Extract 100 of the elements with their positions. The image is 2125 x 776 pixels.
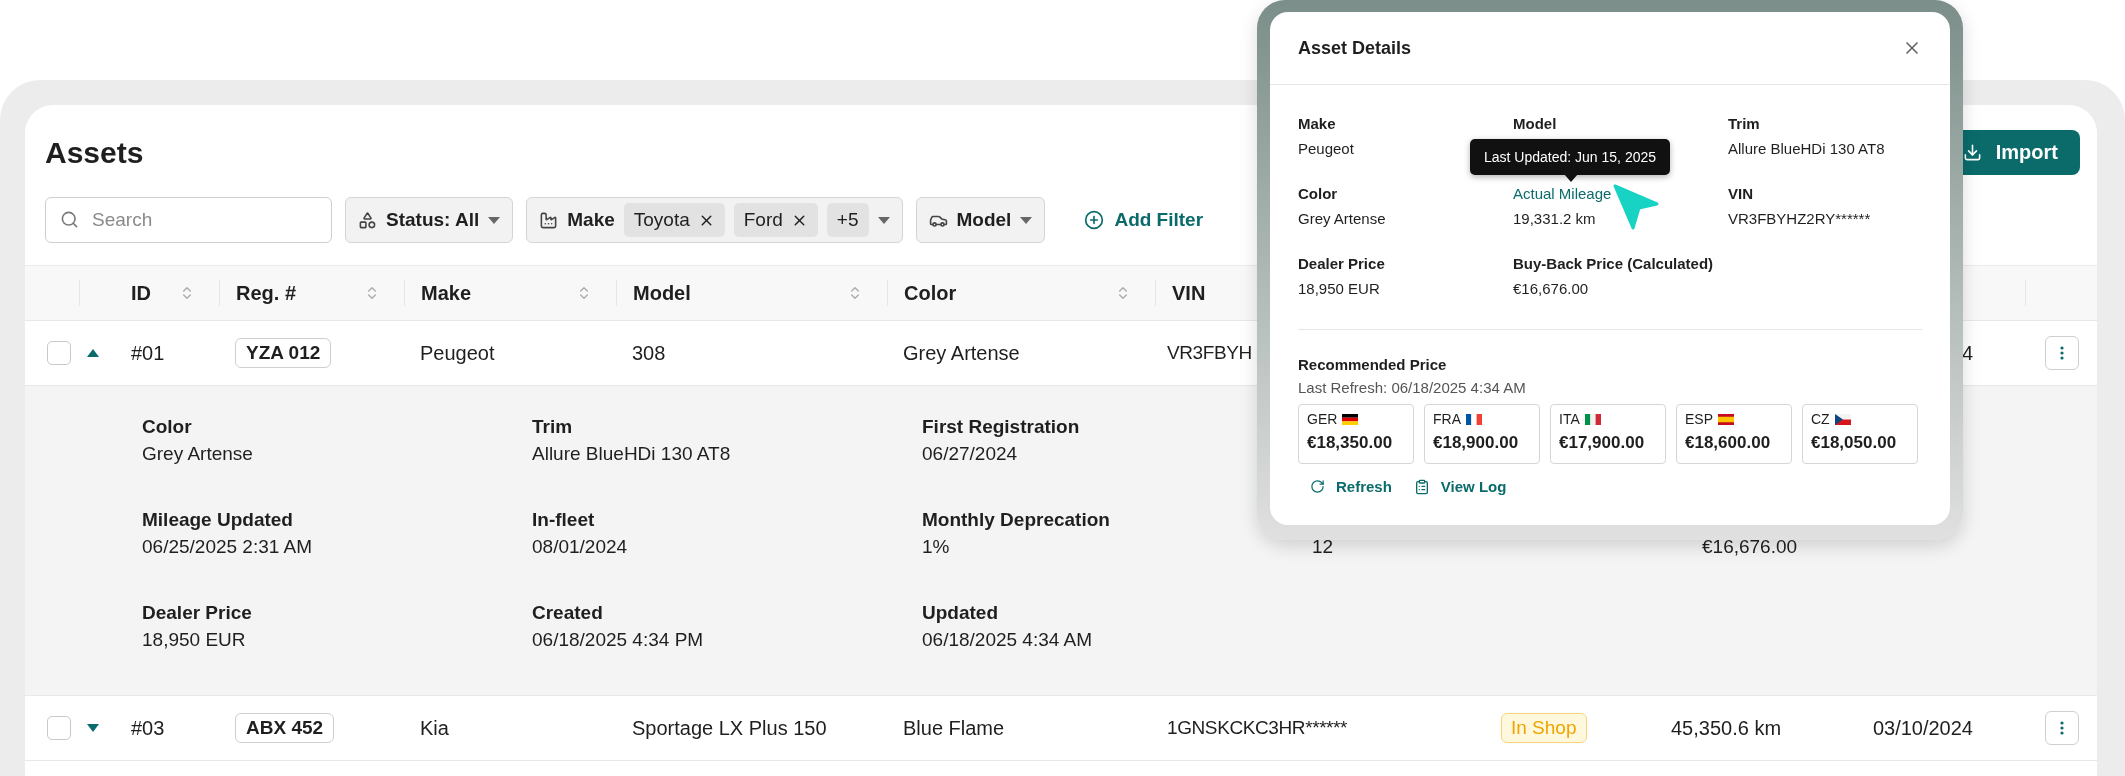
table-cell: 03/10/2024 — [1872, 716, 1973, 740]
search-field[interactable]: Search — [45, 197, 332, 243]
tooltip-arrow-icon — [1564, 174, 1578, 182]
detail-value: 1% — [922, 536, 951, 558]
column-header[interactable]: VIN — [1172, 281, 1206, 305]
caret-icon — [488, 216, 501, 224]
country-code: FRA — [1433, 411, 1461, 427]
caret-icon — [1020, 216, 1033, 224]
field-value: 19,331.2 km — [1513, 210, 1597, 227]
table-cell: 4 — [1961, 341, 1973, 365]
table-cell: Kia — [420, 716, 449, 740]
field-value: VR3FBYHZ2RY****** — [1728, 210, 1872, 227]
table-cell: Sportage LX Plus 150 — [632, 716, 827, 740]
table-cell: #01 — [131, 341, 165, 365]
field-value: Allure BlueHDi 130 AT8 — [1728, 140, 1886, 157]
detail-label: Updated — [922, 602, 999, 624]
filter-tag[interactable]: Ford — [733, 203, 818, 237]
detail-value: 06/18/2025 4:34 PM — [532, 629, 705, 651]
flag-icon — [1718, 413, 1734, 425]
action-link[interactable]: View Log — [1409, 476, 1511, 497]
table-cell: Grey Artense — [903, 341, 1020, 365]
table-cell: #03 — [131, 716, 165, 740]
flag-icon — [1342, 413, 1359, 425]
filter-label: Model — [956, 209, 1012, 231]
more-button[interactable] — [2045, 336, 2079, 370]
detail-value: Allure BlueHDi 130 AT8 — [532, 443, 732, 465]
flag-icon — [1584, 413, 1601, 425]
clipboard-icon — [1413, 478, 1430, 495]
page-title: Assets — [45, 135, 144, 170]
field-label: Model — [1513, 115, 1558, 132]
table-cell: Blue Flame — [903, 716, 1005, 740]
column-header[interactable]: Color — [904, 281, 957, 305]
table-cell: 45,350.6 km — [1671, 716, 1782, 740]
detail-value: 12 — [1312, 536, 1335, 558]
detail-label: Created — [532, 602, 604, 624]
flag-icon — [1834, 413, 1851, 425]
collapse-caret-icon[interactable] — [87, 349, 99, 357]
detail-label: Dealer Price — [142, 602, 253, 624]
field-label: Dealer Price — [1298, 255, 1386, 272]
flag-icon — [1466, 413, 1482, 425]
section-title: Recommended Price — [1298, 356, 1448, 373]
caret-icon — [877, 216, 890, 224]
price-value: €17,900.00 — [1559, 433, 1646, 453]
detail-value: 08/01/2024 — [532, 536, 629, 558]
detail-label: In-fleet — [532, 509, 596, 531]
filter-chip[interactable]: Status: All — [345, 197, 514, 243]
column-header[interactable]: Reg. # — [236, 281, 297, 305]
country-code: ITA — [1559, 411, 1580, 427]
field-label: Color — [1298, 185, 1339, 202]
column-header[interactable]: ID — [131, 281, 151, 305]
row-checkbox[interactable] — [47, 341, 71, 365]
filter-tag[interactable]: Toyota — [623, 203, 725, 237]
row-checkbox[interactable] — [47, 716, 71, 740]
kebab-icon — [2060, 346, 2064, 360]
more-button[interactable] — [2045, 711, 2079, 745]
table-cell: Peugeot — [420, 341, 495, 365]
filter-chip[interactable]: Model — [915, 197, 1046, 243]
country-code: GER — [1307, 411, 1338, 427]
table-cell: 308 — [632, 341, 666, 365]
field-value: 18,950 EUR — [1298, 280, 1381, 297]
factory-icon — [539, 210, 559, 230]
last-refresh-text: Last Refresh: 06/18/2025 4:34 AM — [1298, 379, 1527, 396]
table-cell: VR3FBYH — [1167, 342, 1252, 364]
column-header[interactable]: Make — [421, 281, 472, 305]
shapes-icon — [358, 210, 377, 230]
detail-value: 06/25/2025 2:31 AM — [142, 536, 314, 558]
kebab-icon — [2060, 721, 2064, 735]
expand-caret-icon[interactable] — [87, 724, 99, 732]
price-value: €18,050.00 — [1811, 433, 1898, 453]
field-value: Grey Artense — [1298, 210, 1387, 227]
refresh-icon — [1310, 479, 1325, 494]
filter-label: Make — [567, 209, 615, 231]
add-filter-button[interactable]: Add Filter — [1080, 205, 1208, 235]
field-label: Buy-Back Price (Calculated) — [1513, 255, 1715, 272]
more-tag[interactable]: +5 — [826, 203, 869, 237]
price-value: €18,350.00 — [1307, 433, 1394, 453]
filter-label: Status: All — [386, 209, 480, 231]
action-link[interactable]: Refresh — [1306, 476, 1396, 497]
detail-label: Color — [142, 416, 193, 438]
table-cell: 1GNSKCKC3HR****** — [1167, 717, 1348, 739]
detail-value: 06/18/2025 4:34 AM — [922, 629, 1094, 651]
detail-label: Monthly Deprecation — [922, 509, 1111, 531]
field-link[interactable]: Actual Mileage — [1513, 185, 1728, 202]
price-value: €18,600.00 — [1685, 433, 1772, 453]
field-label: VIN — [1728, 185, 1754, 202]
tooltip: Last Updated: Jun 15, 2025 — [1470, 139, 1671, 175]
detail-label: Trim — [532, 416, 574, 438]
column-header[interactable]: Model — [633, 281, 691, 305]
detail-value: 06/27/2024 — [922, 443, 1019, 465]
registration-plate: YZA 012 — [235, 338, 332, 368]
filter-chip[interactable]: Make Toyota Ford +5 — [526, 197, 903, 243]
download-icon — [1962, 143, 1982, 162]
price-value: €18,900.00 — [1433, 433, 1520, 453]
detail-value: Grey Artense — [142, 443, 254, 465]
registration-plate: ABX 452 — [235, 713, 335, 743]
country-code: CZ — [1811, 411, 1830, 427]
country-code: ESP — [1685, 411, 1713, 427]
dialog-title: Asset Details — [1298, 37, 1412, 59]
status-badge: In Shop — [1501, 713, 1587, 743]
detail-label: First Registration — [922, 416, 1081, 438]
